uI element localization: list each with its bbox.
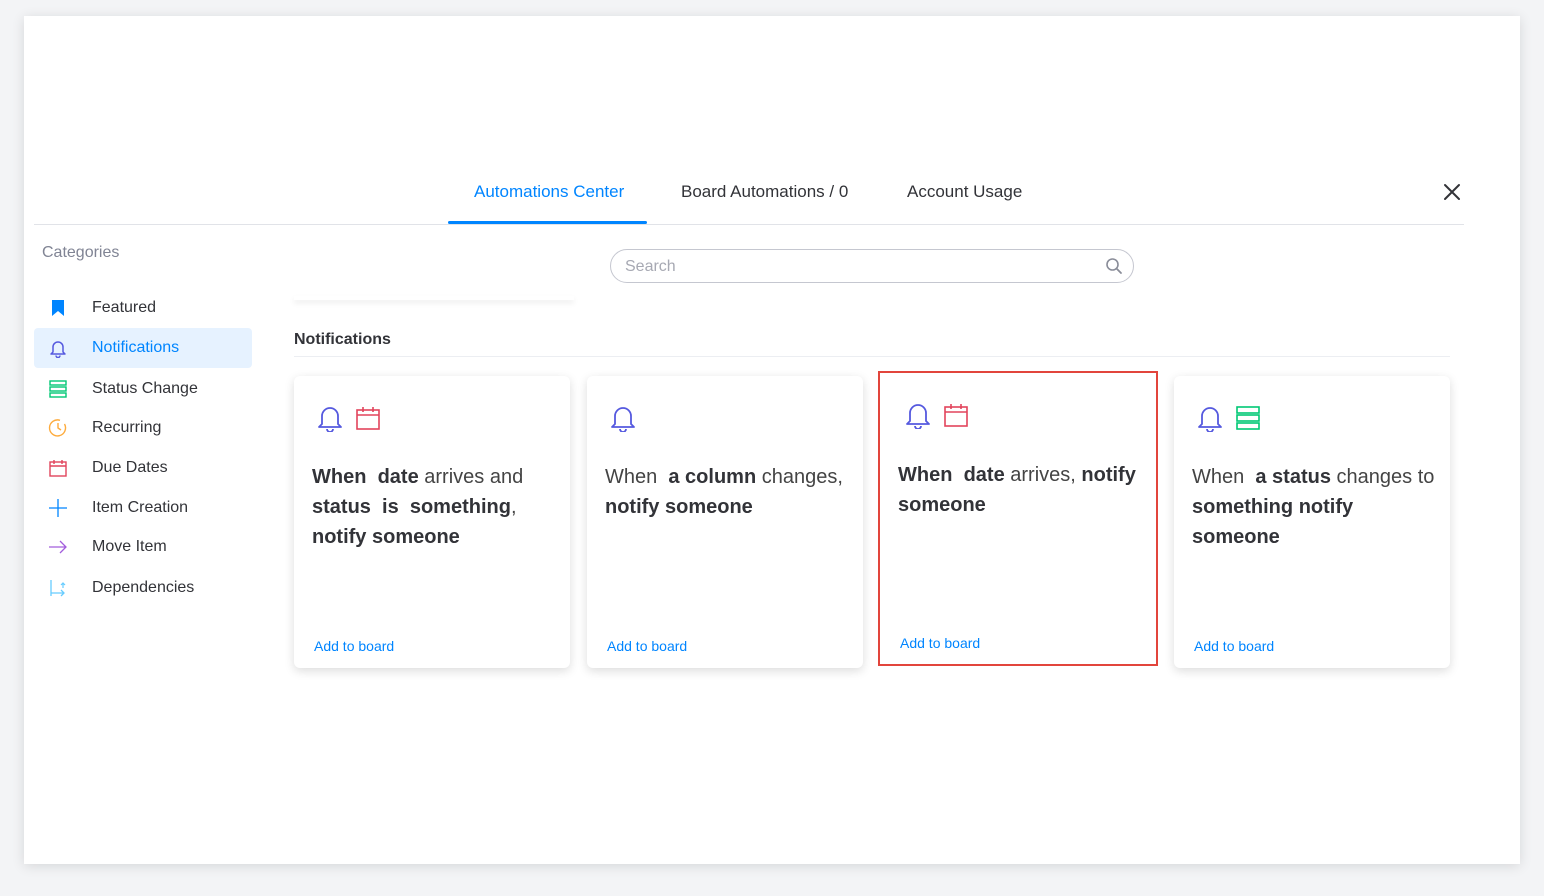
card-recipe-text: When a status changes to something notif… (1192, 462, 1438, 552)
search-box (610, 249, 1134, 283)
recipe-token-notify[interactable]: notify (1299, 496, 1353, 518)
recipe-text: When (1192, 466, 1245, 488)
recipe-token-date[interactable]: date (964, 464, 1005, 486)
tab-automations-center[interactable]: Automations Center (474, 182, 624, 202)
recipe-token-status[interactable]: a status (1255, 466, 1331, 488)
recipe-keyword: When (898, 464, 953, 486)
bell-icon (318, 407, 342, 432)
sidebar-item-notifications[interactable]: Notifications (34, 328, 252, 368)
add-to-board-link[interactable]: Add to board (314, 638, 394, 654)
arrow-right-icon (49, 540, 67, 554)
recipe-text: When (605, 466, 658, 488)
dependency-icon (50, 580, 66, 597)
card-recipe-text: When a column changes, notify someone (605, 462, 851, 522)
search-icon[interactable] (1105, 257, 1123, 275)
recipe-text: , (510, 496, 517, 518)
sidebar-item-dependencies[interactable]: Dependencies (34, 568, 252, 608)
categories-title: Categories (42, 244, 120, 261)
recipe-keyword: is (382, 496, 399, 518)
sidebar-item-label: Featured (92, 299, 157, 316)
recipe-token-notify[interactable]: notify someone (312, 526, 460, 548)
recipe-token-status[interactable]: status (312, 496, 371, 518)
recipe-token-date[interactable]: date (378, 466, 419, 488)
section-divider (294, 356, 1450, 357)
search-input[interactable] (625, 256, 1095, 278)
sidebar-item-due-dates[interactable]: Due Dates (34, 448, 252, 488)
tab-bar: Automations Center Board Automations / 0… (34, 170, 1464, 225)
section-title: Notifications (294, 331, 391, 348)
status-icon (1236, 406, 1260, 430)
sidebar-item-label: Notifications (92, 339, 180, 356)
tab-board-automations[interactable]: Board Automations / 0 (681, 182, 848, 202)
recipe-text: arrives and (424, 466, 524, 488)
bell-icon (1198, 407, 1222, 432)
automation-card-column-change[interactable]: When a column changes, notify someone Ad… (587, 376, 863, 668)
recipe-text: changes (1336, 466, 1413, 488)
automation-card-status-change[interactable]: When a status changes to something notif… (1174, 376, 1450, 668)
recipe-text: arrives, (1010, 464, 1076, 486)
automation-card-date-arrives[interactable]: When date arrives, notify someone Add to… (878, 371, 1158, 666)
clock-icon (48, 419, 67, 437)
bell-icon (906, 404, 930, 429)
add-to-board-link[interactable]: Add to board (900, 635, 980, 651)
add-to-board-link[interactable]: Add to board (1194, 638, 1274, 654)
sidebar-item-label: Item Creation (92, 499, 189, 516)
bell-icon (611, 407, 635, 432)
search-divider-shadow (294, 296, 574, 300)
sidebar-item-recurring[interactable]: Recurring (34, 408, 252, 448)
bell-icon (50, 341, 66, 358)
sidebar-item-move-item[interactable]: Move Item (34, 527, 252, 567)
recipe-text: to (1417, 466, 1435, 488)
recipe-token-column[interactable]: a column (668, 466, 756, 488)
calendar-icon (49, 460, 67, 477)
tab-account-usage[interactable]: Account Usage (907, 182, 1022, 202)
active-tab-indicator (448, 221, 647, 224)
sidebar-item-label: Status Change (92, 380, 198, 397)
sidebar-item-status-change[interactable]: Status Change (34, 369, 252, 409)
automation-card-date-status[interactable]: When date arrives and status is somethin… (294, 376, 570, 668)
recipe-token-something[interactable]: something (410, 496, 511, 518)
status-icon (49, 380, 67, 398)
recipe-token-something[interactable]: something (1192, 496, 1293, 518)
add-to-board-link[interactable]: Add to board (607, 638, 687, 654)
sidebar-item-label: Recurring (92, 419, 162, 436)
card-recipe-text: When date arrives, notify someone (898, 460, 1144, 520)
card-recipe-text: When date arrives and status is somethin… (312, 462, 558, 552)
sidebar-item-label: Due Dates (92, 459, 168, 476)
plus-icon (49, 499, 67, 517)
sidebar-item-label: Dependencies (92, 579, 195, 596)
recipe-keyword: When (312, 466, 367, 488)
recipe-text: changes, (761, 466, 843, 488)
close-button[interactable] (1440, 180, 1464, 204)
recipe-token-notify[interactable]: notify (1081, 464, 1135, 486)
recipe-token-someone[interactable]: someone (1192, 526, 1280, 548)
sidebar-item-item-creation[interactable]: Item Creation (34, 488, 252, 528)
recipe-token-someone[interactable]: someone (898, 494, 986, 516)
calendar-icon (356, 407, 380, 430)
close-icon (1444, 184, 1460, 200)
recipe-token-notify[interactable]: notify someone (605, 496, 753, 518)
calendar-icon (944, 404, 968, 427)
sidebar-item-featured[interactable]: Featured (34, 288, 252, 328)
bookmark-icon (52, 300, 64, 316)
sidebar-item-label: Move Item (92, 538, 167, 555)
